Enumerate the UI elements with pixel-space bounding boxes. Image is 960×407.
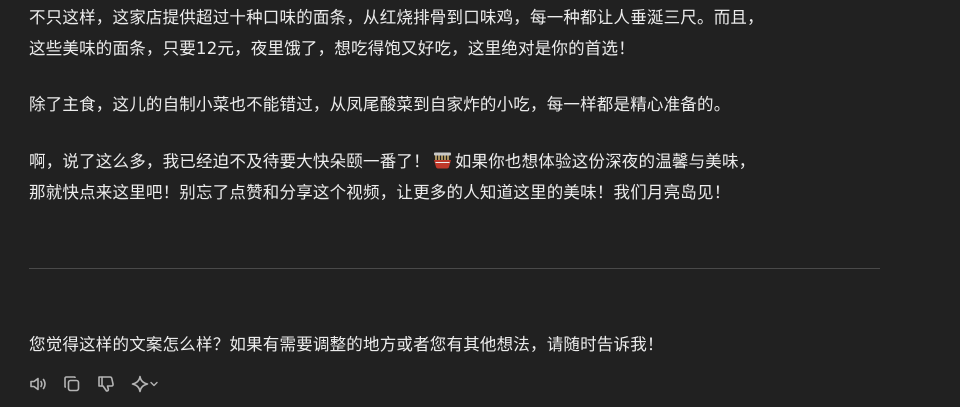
follow-up-question: 您觉得这样的文案怎么样？如果有需要调整的地方或者您有其他想法，请随时告诉我！ <box>29 335 664 354</box>
paragraph-1-line-2: 这些美味的面条，只要12元，夜里饿了，想吃得饱又好吃，这里绝对是你的首选！ <box>29 39 635 58</box>
paragraph-3-line-2: 那就快点来这里吧！别忘了点赞和分享这个视频，让更多的人知道这里的美味！我们月亮岛… <box>29 183 731 202</box>
message-paragraph-1: 不只这样，这家店提供超过十种口味的面条，从红烧排骨到口味鸡，每一种都让人垂涎三尺… <box>29 2 764 64</box>
copy-icon <box>64 376 80 392</box>
regenerate-menu-button[interactable] <box>125 369 165 399</box>
paragraph-3-text-before-emoji: 啊，说了这么多，我已经迫不及待要大快朵颐一番了！ <box>29 152 430 171</box>
chevron-down-icon <box>150 381 158 387</box>
message-divider <box>29 268 880 269</box>
noodle-bowl-icon <box>433 152 451 169</box>
message-paragraph-3: 啊，说了这么多，我已经迫不及待要大快朵颐一番了！ 如果你也想体验这份深夜的温馨与… <box>29 146 755 208</box>
copy-button[interactable] <box>57 369 87 399</box>
sparkle-icon <box>131 375 149 393</box>
message-paragraph-2: 除了主食，这儿的自制小菜也不能错过，从凤尾酸菜到自家炸的小吃，每一样都是精心准备… <box>29 89 730 120</box>
message-action-bar <box>17 366 171 402</box>
speaker-icon <box>30 377 46 391</box>
read-aloud-button[interactable] <box>23 369 53 399</box>
paragraph-3-line-1: 啊，说了这么多，我已经迫不及待要大快朵颐一番了！ 如果你也想体验这份深夜的温馨与… <box>29 146 755 177</box>
paragraph-3-text-after-emoji: 如果你也想体验这份深夜的温馨与美味， <box>454 152 756 171</box>
paragraph-1-line-1: 不只这样，这家店提供超过十种口味的面条，从红烧排骨到口味鸡，每一种都让人垂涎三尺… <box>29 8 764 27</box>
thumbs-down-icon <box>98 376 114 392</box>
paragraph-2-line-1: 除了主食，这儿的自制小菜也不能错过，从凤尾酸菜到自家炸的小吃，每一样都是精心准备… <box>29 95 731 114</box>
thumbs-down-button[interactable] <box>91 369 121 399</box>
